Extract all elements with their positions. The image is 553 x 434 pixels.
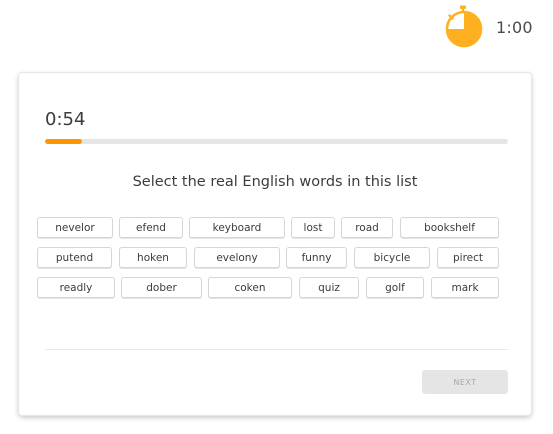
word-option[interactable]: mark [431,277,499,298]
word-option[interactable]: bicycle [354,247,430,268]
word-option[interactable]: readly [37,277,115,298]
time-progress-bar [45,139,508,144]
word-option[interactable]: efend [119,217,183,238]
word-option[interactable]: lost [291,217,335,238]
word-option[interactable]: keyboard [189,217,285,238]
word-option[interactable]: funny [286,247,347,268]
divider [45,349,508,350]
word-option[interactable]: quiz [299,277,359,298]
word-option[interactable]: golf [366,277,424,298]
stopwatch-icon [445,5,483,48]
word-option[interactable]: dober [121,277,202,298]
total-time: 1:00 [496,18,533,37]
next-button[interactable]: NEXT [422,370,508,394]
word-option[interactable]: nevelor [37,217,113,238]
word-option[interactable]: putend [37,247,112,268]
word-option[interactable]: bookshelf [400,217,499,238]
question-prompt: Select the real English words in this li… [132,174,418,190]
word-option[interactable]: pirect [437,247,499,268]
word-option[interactable]: coken [208,277,292,298]
word-option[interactable]: road [341,217,393,238]
word-option[interactable]: hoken [119,247,187,268]
quiz-card: 0:54 Select the real English words in th… [19,73,531,415]
word-option[interactable]: evelony [194,247,280,268]
time-progress-fill [45,139,83,144]
top-bar: 1:00 [0,0,553,60]
elapsed-time: 0:54 [45,109,86,130]
